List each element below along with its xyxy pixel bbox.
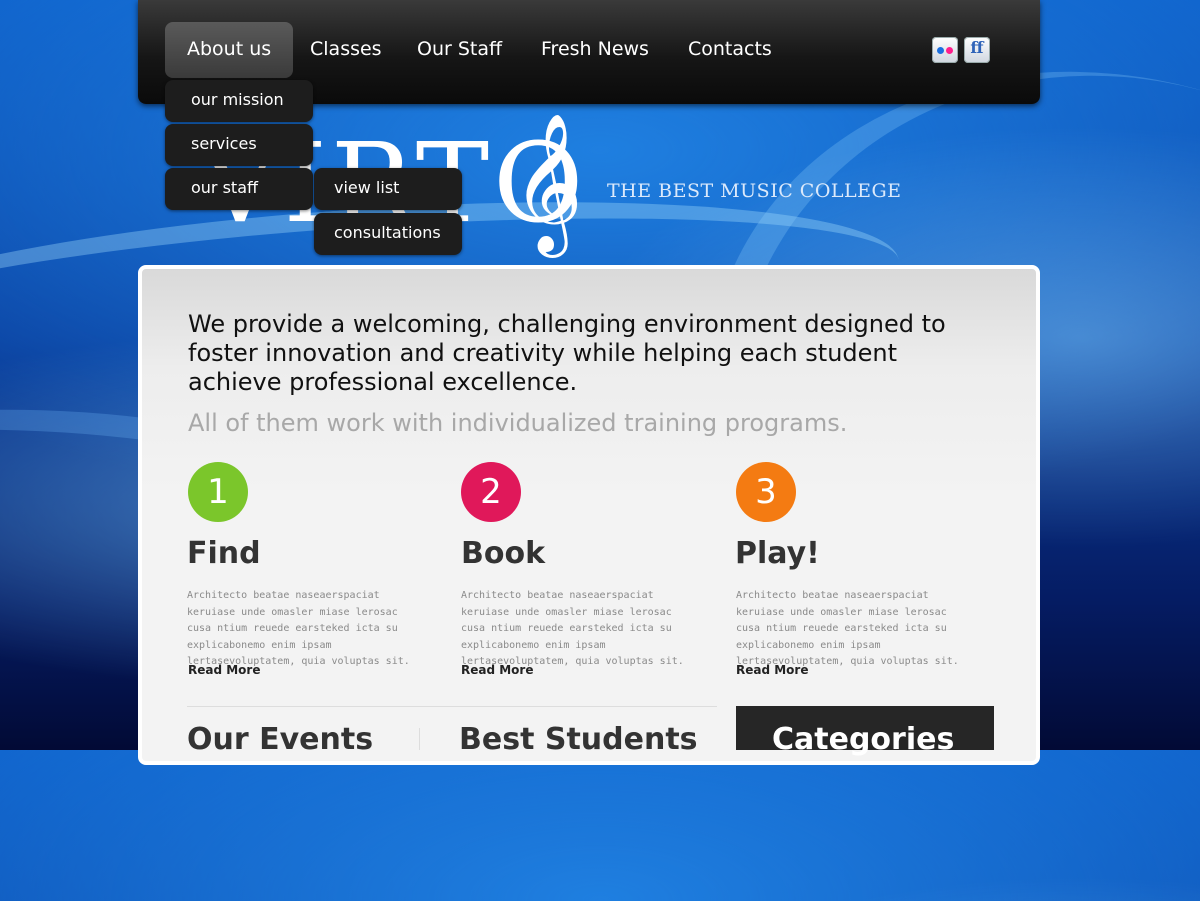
categories-heading: Categories xyxy=(772,722,955,757)
best-students-heading: Best Students xyxy=(459,722,698,757)
submenu-view-list[interactable]: view list xyxy=(314,168,462,210)
section-divider xyxy=(187,706,717,707)
flickr-icon[interactable] xyxy=(932,37,958,63)
treble-clef-icon: 𝄞 xyxy=(512,113,583,252)
submenu-our-staff[interactable]: our staff xyxy=(165,168,313,210)
nav-our-staff[interactable]: Our Staff xyxy=(395,22,524,78)
friendfeed-icon[interactable]: ff xyxy=(964,37,990,63)
step-number-badge: 2 xyxy=(461,462,521,522)
logo-tagline: THE BEST MUSIC COLLEGE xyxy=(607,180,902,202)
read-more-link[interactable]: Read More xyxy=(461,663,534,677)
step-number-badge: 3 xyxy=(736,462,796,522)
column-divider xyxy=(419,728,420,750)
feature-title: Play! xyxy=(735,536,820,571)
feature-description: Architecto beatae naseaerspaciat keruias… xyxy=(187,590,410,667)
feature-title: Find xyxy=(187,536,261,571)
feature-description: Architecto beatae naseaerspaciat keruias… xyxy=(461,590,684,667)
read-more-link[interactable]: Read More xyxy=(188,663,261,677)
nav-about-us[interactable]: About us xyxy=(165,22,294,78)
nav-contacts[interactable]: Contacts xyxy=(666,22,794,78)
step-number-badge: 1 xyxy=(188,462,248,522)
nav-classes[interactable]: Classes xyxy=(288,22,404,78)
read-more-link[interactable]: Read More xyxy=(736,663,809,677)
submenu-consultations[interactable]: consultations xyxy=(314,213,462,255)
submenu-services[interactable]: services xyxy=(165,124,313,166)
feature-title: Book xyxy=(461,536,546,571)
feature-description: Architecto beatae naseaerspaciat keruias… xyxy=(736,590,959,667)
nav-fresh-news[interactable]: Fresh News xyxy=(519,22,671,78)
our-events-heading: Our Events xyxy=(187,722,374,757)
intro-subline: All of them work with individualized tra… xyxy=(188,409,848,437)
submenu-our-mission[interactable]: our mission xyxy=(165,80,313,122)
intro-headline: We provide a welcoming, challenging envi… xyxy=(188,310,946,396)
